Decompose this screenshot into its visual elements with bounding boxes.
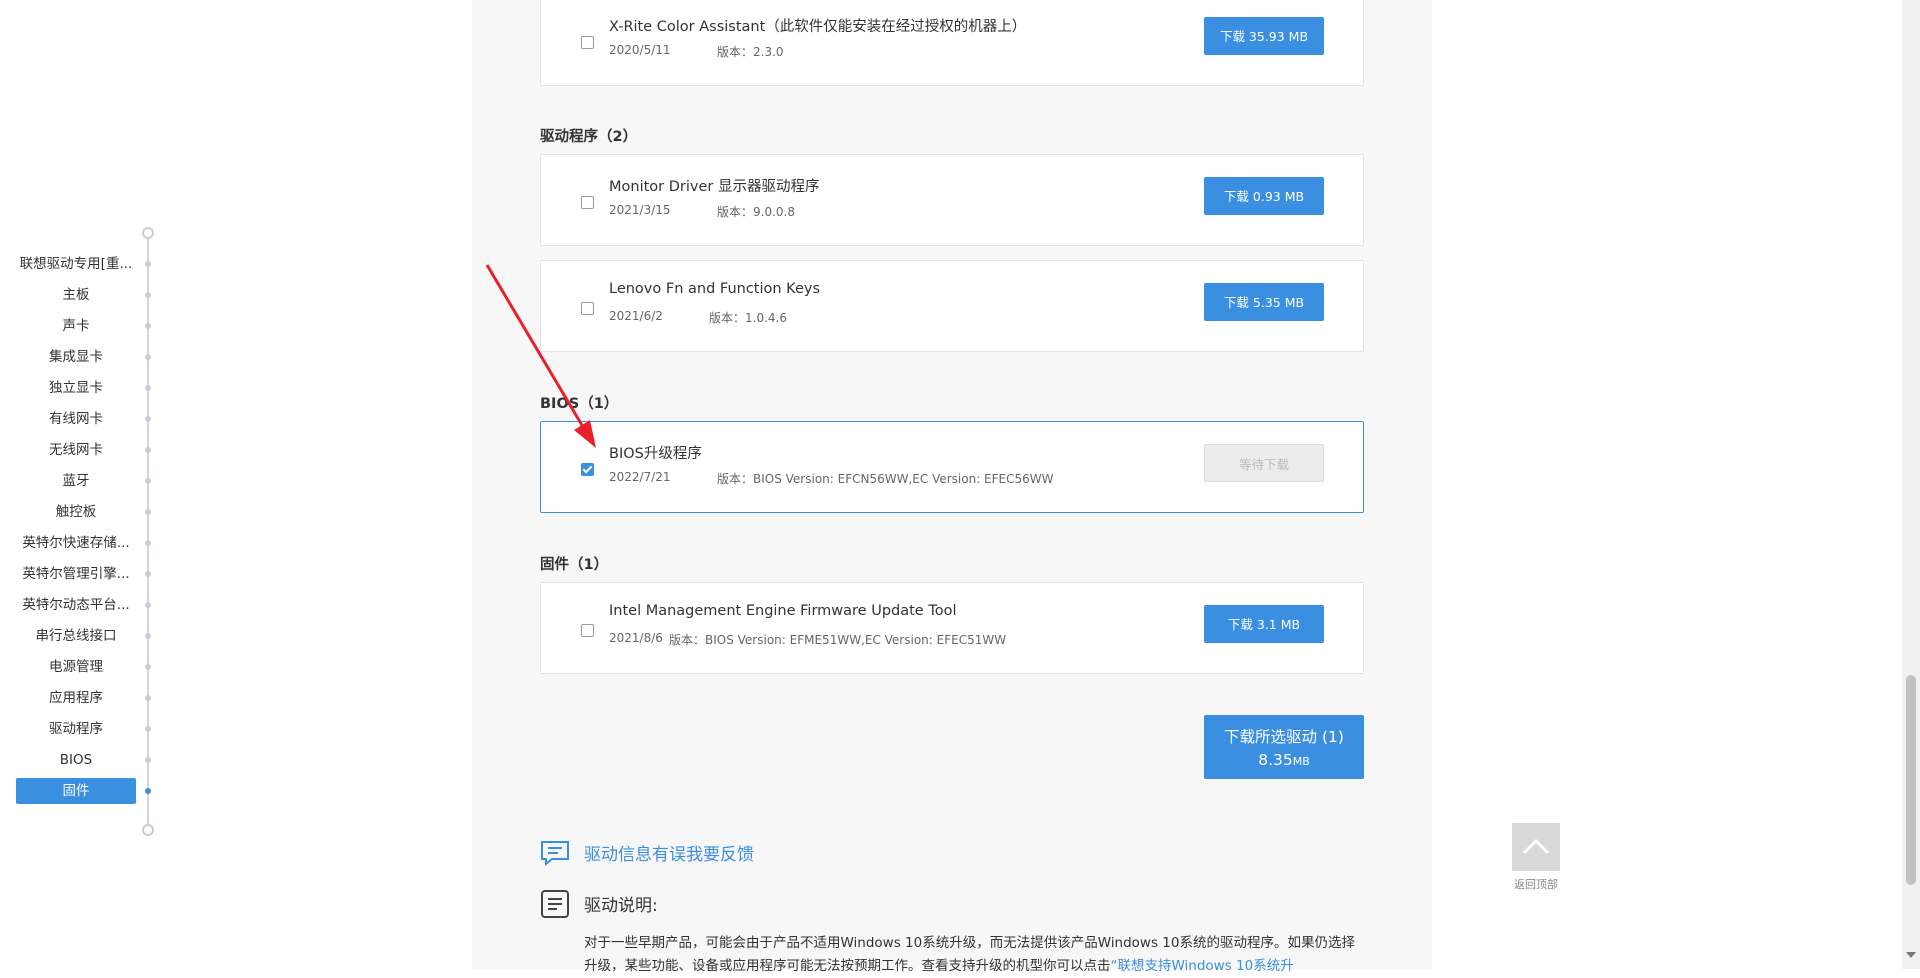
driver-date: 2021/6/2 [609,309,663,323]
nav-dot [145,757,151,763]
download-selected-label: 下载所选驱动 (1) [1224,728,1344,746]
nav-item-motherboard[interactable]: 主板 [16,284,136,306]
download-selected-button[interactable]: 下载所选驱动 (1) 8.35MB [1204,715,1364,779]
driver-version: 版本：BIOS Version: EFME51WW,EC Version: EF… [669,633,1007,647]
scroll-down-arrow-icon[interactable] [1906,952,1916,958]
nav-dot [145,602,151,608]
driver-version: 版本：BIOS Version: EFCN56WW,EC Version: EF… [717,472,1054,486]
download-selected-size: 8.35 [1258,751,1293,769]
driver-checkbox[interactable] [581,624,594,637]
windows10-upgrade-link[interactable]: “联想支持Windows 10系统升 [1111,958,1294,974]
nav-item-intel-dynamic-platform[interactable]: 英特尔动态平台... [16,594,136,616]
description-text: 对于一些早期产品，可能会由于产品不适用Windows 10系统升级，而无法提供该… [584,932,1364,978]
document-icon [541,890,569,918]
nav-dot [145,695,151,701]
nav-timeline-end [142,824,154,836]
driver-card-intel-me: Intel Management Engine Firmware Update … [540,582,1364,674]
driver-date: 2020/5/11 [609,43,671,57]
driver-name: Monitor Driver 显示器驱动程序 [609,179,820,195]
nav-item-lenovo-driver[interactable]: 联想驱动专用[重... [16,253,136,275]
download-button[interactable]: 下载 0.93 MB [1204,177,1324,215]
nav-item-touchpad[interactable]: 触控板 [16,501,136,523]
driver-version: 版本：1.0.4.6 [709,311,787,325]
nav-item-integrated-graphics[interactable]: 集成显卡 [16,346,136,368]
nav-dot [145,478,151,484]
driver-card-monitor: Monitor Driver 显示器驱动程序 2021/3/15 版本：9.0.… [540,154,1364,246]
driver-name: Lenovo Fn and Function Keys [609,281,821,297]
section-title-drivers: 驱动程序（2） [540,129,638,145]
driver-name: BIOS升级程序 [609,446,702,462]
nav-dot [145,354,151,360]
feedback-icon [541,841,569,866]
download-button[interactable]: 下载 3.1 MB [1204,605,1324,643]
nav-dot [145,323,151,329]
nav-dot [145,726,151,732]
nav-timeline-start [142,227,154,239]
driver-version: 版本：2.3.0 [717,45,784,59]
driver-checkbox[interactable] [581,196,594,209]
driver-version: 版本：9.0.0.8 [717,205,795,219]
driver-card-bios: BIOS升级程序 2022/7/21 版本：BIOS Version: EFCN… [540,421,1364,513]
nav-dot [145,385,151,391]
back-to-top-button[interactable] [1512,823,1560,871]
nav-item-sound-card[interactable]: 声卡 [16,315,136,337]
driver-date: 2021/3/15 [609,203,671,217]
nav-item-firmware[interactable]: 固件 [16,778,136,804]
driver-card-xrite: X-Rite Color Assistant（此软件仅能安装在经过授权的机器上）… [540,0,1364,86]
nav-dot-active [145,788,151,794]
download-button[interactable]: 下载 5.35 MB [1204,283,1324,321]
nav-item-drivers[interactable]: 驱动程序 [16,718,136,740]
driver-checkbox[interactable] [581,36,594,49]
chevron-up-icon [1522,838,1550,855]
driver-date: 2022/7/21 [609,470,671,484]
driver-checkbox-checked[interactable] [581,463,594,476]
section-title-bios: BIOS（1） [540,396,619,412]
download-selected-unit: MB [1292,755,1310,768]
nav-dot [145,447,151,453]
driver-date: 2021/8/6 [609,631,663,645]
nav-item-serial-bus[interactable]: 串行总线接口 [16,625,136,647]
driver-list-panel: X-Rite Color Assistant（此软件仅能安装在经过授权的机器上）… [472,0,1432,974]
nav-dot [145,416,151,422]
driver-name: Intel Management Engine Firmware Update … [609,603,957,619]
nav-item-power-management[interactable]: 电源管理 [16,656,136,678]
nav-dot [145,292,151,298]
category-nav: 联想驱动专用[重... 主板 声卡 集成显卡 独立显卡 有线网卡 无线网卡 蓝牙… [0,220,160,836]
nav-item-bluetooth[interactable]: 蓝牙 [16,470,136,492]
nav-dot [145,664,151,670]
driver-card-fn-keys: Lenovo Fn and Function Keys 2021/6/2 版本：… [540,260,1364,352]
nav-item-intel-rapid-storage[interactable]: 英特尔快速存储... [16,532,136,554]
nav-item-applications[interactable]: 应用程序 [16,687,136,709]
pending-download-button[interactable]: 等待下载 [1204,444,1324,482]
back-to-top-label: 返回顶部 [1514,878,1558,891]
nav-item-intel-management-engine[interactable]: 英特尔管理引擎... [16,563,136,585]
description-title: 驱动说明: [584,896,658,916]
nav-item-wireless-network[interactable]: 无线网卡 [16,439,136,461]
nav-item-discrete-graphics[interactable]: 独立显卡 [16,377,136,399]
nav-item-wired-network[interactable]: 有线网卡 [16,408,136,430]
nav-dot [145,540,151,546]
driver-checkbox[interactable] [581,302,594,315]
nav-dot [145,261,151,267]
section-title-firmware: 固件（1） [540,557,609,573]
feedback-link[interactable]: 驱动信息有误我要反馈 [584,840,754,865]
nav-dot [145,633,151,639]
nav-dot [145,509,151,515]
scrollbar-thumb[interactable] [1906,675,1916,885]
nav-item-bios[interactable]: BIOS [16,749,136,771]
nav-dot [145,571,151,577]
driver-name: X-Rite Color Assistant（此软件仅能安装在经过授权的机器上） [609,19,1027,35]
download-button[interactable]: 下载 35.93 MB [1204,17,1324,55]
